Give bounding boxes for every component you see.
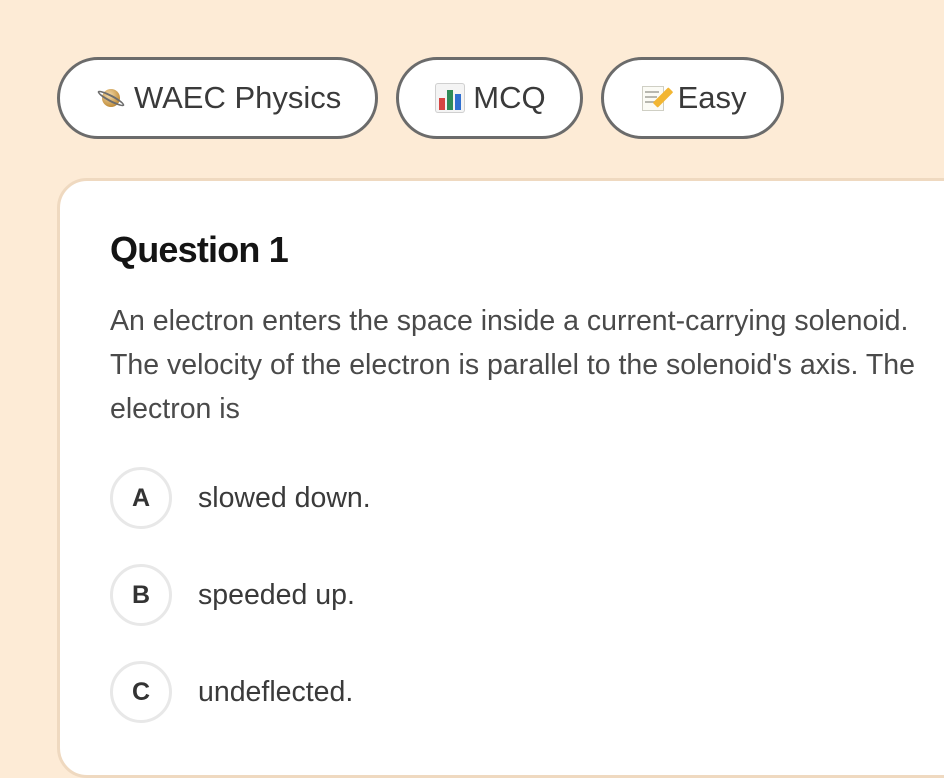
question-type-chip[interactable]: MCQ bbox=[396, 57, 583, 139]
option-letter-badge: C bbox=[110, 661, 172, 723]
memo-icon bbox=[640, 83, 673, 113]
question-card: Question 1 An electron enters the space … bbox=[57, 178, 944, 778]
option-letter-badge: A bbox=[110, 467, 172, 529]
question-title: Question 1 bbox=[110, 229, 289, 270]
option-text: speeded up. bbox=[198, 578, 355, 611]
option-text: slowed down. bbox=[198, 481, 371, 514]
option-text: undeflected. bbox=[198, 675, 354, 708]
question-text: An electron enters the space inside a cu… bbox=[110, 305, 915, 425]
option-letter-badge: B bbox=[110, 564, 172, 626]
tag-chip-row: WAEC Physics MCQ Easy bbox=[57, 57, 784, 139]
option-a[interactable]: A slowed down. bbox=[110, 467, 944, 529]
planet-icon bbox=[96, 83, 126, 113]
subject-chip-label: WAEC Physics bbox=[134, 80, 342, 115]
option-c[interactable]: C undeflected. bbox=[110, 661, 944, 723]
question-type-chip-label: MCQ bbox=[473, 80, 546, 115]
option-b[interactable]: B speeded up. bbox=[110, 564, 944, 626]
subject-chip[interactable]: WAEC Physics bbox=[57, 57, 379, 139]
answer-options: A slowed down. B speeded up. C undeflect… bbox=[110, 467, 944, 723]
bar-chart-icon bbox=[435, 83, 466, 113]
difficulty-chip[interactable]: Easy bbox=[600, 57, 784, 139]
difficulty-chip-label: Easy bbox=[677, 80, 747, 115]
